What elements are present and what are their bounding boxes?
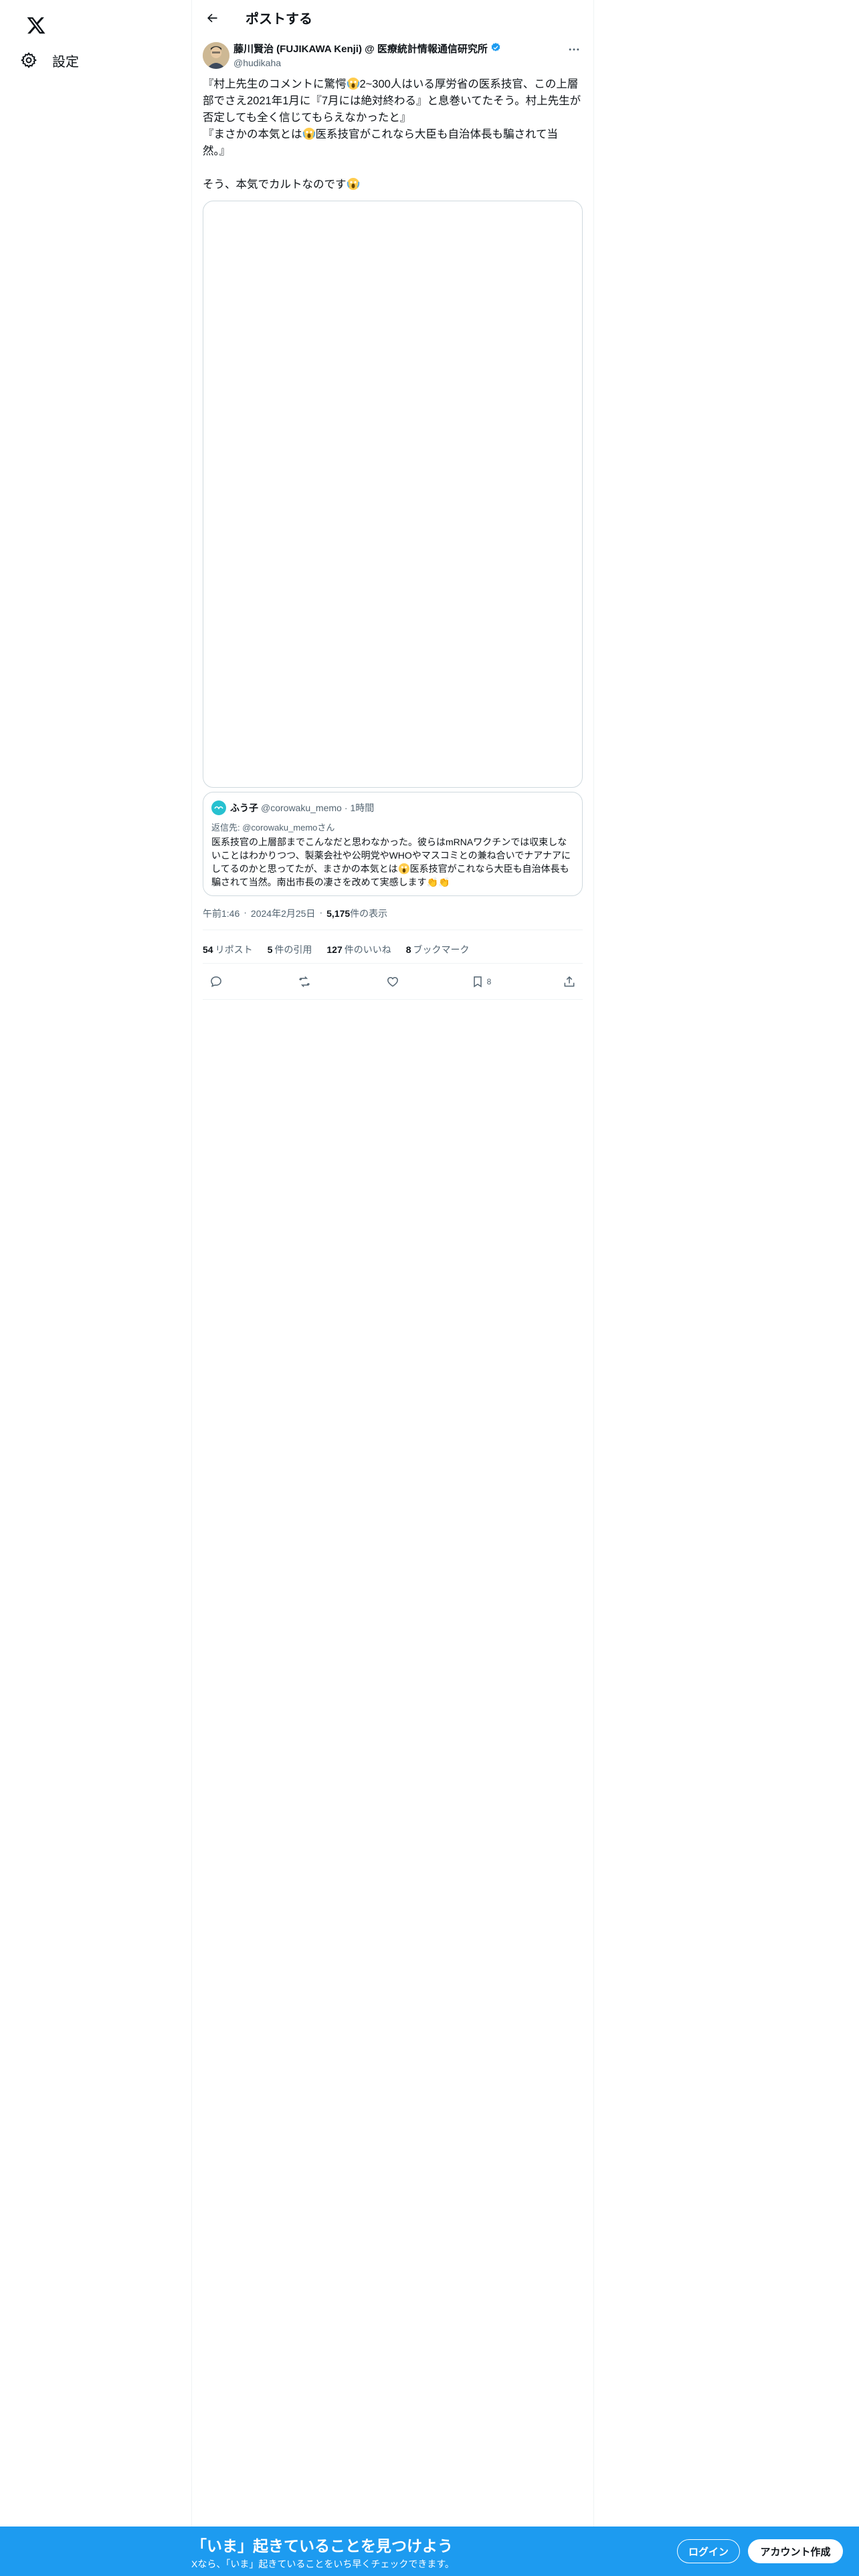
action-bar: 8	[203, 970, 583, 994]
share-icon	[564, 976, 575, 987]
avatar[interactable]	[203, 42, 229, 69]
separator-dot: ·	[344, 802, 348, 813]
scream-emoji-icon	[398, 863, 410, 875]
signup-banner: 「いま」起きていることを見つけよう Xなら、「いま」起きていることをいち早くチェ…	[0, 2527, 859, 2576]
quote-avatar[interactable]	[211, 800, 226, 815]
quotes-stat[interactable]: 5 件の引用	[268, 943, 312, 956]
quotes-label: 件の引用	[274, 944, 312, 955]
quote-author-handle: @corowaku_memo	[261, 802, 342, 813]
separator-dot: ·	[319, 907, 323, 918]
repost-button[interactable]	[291, 970, 318, 994]
x-logo-icon[interactable]	[16, 5, 56, 45]
bookmark-icon	[473, 976, 482, 988]
media-placeholder[interactable]	[203, 201, 583, 788]
bookmarks-label: ブックマーク	[413, 944, 470, 955]
ellipsis-icon	[569, 48, 579, 51]
more-options-button[interactable]	[564, 41, 584, 58]
tweet-time[interactable]: 午前1:46	[203, 907, 240, 920]
sidebar-item-settings[interactable]: 設定	[12, 43, 90, 78]
tweet-meta: 午前1:46 · 2024年2月25日 · 5,175件の表示	[203, 907, 387, 920]
author-name[interactable]: 藤川賢治 (FUJIKAWA Kenji) @ 医療統計情報通信研究所	[233, 41, 488, 56]
back-button[interactable]	[200, 6, 224, 30]
scream-emoji-icon	[302, 127, 316, 140]
bookmark-button[interactable]: 8	[468, 970, 494, 994]
quotes-count: 5	[267, 944, 273, 955]
verified-badge-icon	[490, 42, 501, 56]
page-title: ポストする	[246, 12, 312, 27]
bookmarks-stat[interactable]: 8 ブックマーク	[406, 943, 470, 956]
bookmarks-count: 8	[405, 944, 411, 955]
repost-icon	[298, 976, 310, 988]
reply-prefix: 返信先:	[211, 823, 243, 833]
left-navigation: 設定	[0, 0, 191, 2576]
views-count: 5,175	[326, 908, 351, 919]
likes-stat[interactable]: 127 件のいいね	[326, 943, 391, 956]
banner-subtitle: Xなら、「いま」起きていることをいち早くチェックできます。	[191, 2559, 454, 2569]
divider	[203, 963, 583, 964]
reply-icon	[211, 976, 221, 987]
tweet-author: 藤川賢治 (FUJIKAWA Kenji) @ 医療統計情報通信研究所 @hud…	[233, 41, 583, 68]
reply-button[interactable]	[203, 970, 229, 994]
sidebar-item-label: 設定	[52, 54, 79, 70]
likes-label: 件のいいね	[344, 944, 391, 955]
reply-to: 返信先: @corowaku_memoさん	[211, 821, 335, 833]
reposts-label: リポスト	[215, 944, 253, 955]
separator-dot: ·	[244, 907, 247, 918]
share-button[interactable]	[556, 970, 583, 994]
banner-title: 「いま」起きていることを見つけよう	[191, 2537, 453, 2555]
views-label: 件の表示	[350, 908, 388, 919]
reposts-count: 54	[203, 944, 213, 955]
primary-column: ポストする 藤川賢治 (FUJIKAWA Kenji) @ 医療統計情報通信研究…	[191, 0, 594, 2576]
tweet-date[interactable]: 2024年2月25日	[251, 907, 316, 920]
reply-mention: @corowaku_memoさん	[242, 823, 335, 833]
quote-time: 1時間	[350, 802, 375, 813]
likes-count: 127	[326, 944, 343, 955]
divider	[203, 999, 583, 1000]
reposts-stat[interactable]: 54 リポスト	[203, 943, 253, 956]
create-account-button[interactable]: アカウント作成	[748, 2539, 843, 2563]
engagement-stats: 54 リポスト 5 件の引用 127 件のいいね 8 ブックマーク	[203, 943, 470, 956]
scream-emoji-icon	[347, 77, 360, 90]
scream-emoji-icon	[347, 177, 360, 191]
quote-author-name[interactable]: ふう子	[230, 801, 258, 815]
heart-icon	[387, 976, 398, 987]
login-button[interactable]: ログイン	[677, 2539, 740, 2563]
tweet-text: 『村上先生のコメントに驚愕 2~300人はいる厚労省の医系技官、この上層部でさえ2…	[203, 76, 583, 193]
arrow-left-icon	[207, 13, 217, 22]
page-header: ポストする	[192, 0, 593, 35]
clapping-emoji: 👏👏	[426, 877, 450, 887]
gear-icon	[19, 50, 39, 70]
like-button[interactable]	[379, 970, 406, 994]
author-handle[interactable]: @hudikaha	[233, 58, 583, 68]
bookmark-count: 8	[486, 977, 492, 986]
views: 5,175件の表示	[326, 907, 387, 920]
quoted-tweet[interactable]: ふう子 @corowaku_memo · 1時間 返信先: @corowaku_…	[203, 792, 583, 896]
tweet-text-part: 『村上先生のコメントに驚愕	[203, 78, 347, 90]
quote-text: 医系技官の上層部までこんなだと思わなかった。彼らはmRNAワクチンでは収束しない…	[211, 835, 575, 889]
